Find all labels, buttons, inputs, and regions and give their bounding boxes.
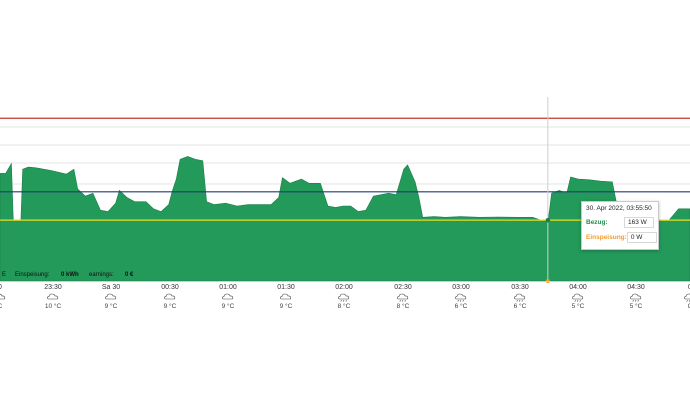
cloud-rain-icon xyxy=(338,293,350,302)
legend-einspeisung-value: 0 kWh xyxy=(61,272,79,278)
x-tick-temperature: 8 °C xyxy=(397,302,410,310)
legend-earnings-value: 0 € xyxy=(125,272,134,278)
x-tick-temperature: 9 °C xyxy=(280,302,293,310)
cloud-icon xyxy=(105,293,117,300)
cloud-rain-icon xyxy=(684,293,690,302)
x-axis: 0 C 23:30 10 °C Sa 30 9 °C 00:30 9 °C 01:00 9 °C 0… xyxy=(0,281,690,310)
x-tick-label: 23:30 xyxy=(44,284,62,291)
x-tick-label: 01:30 xyxy=(277,284,295,291)
cloud-icon xyxy=(47,293,59,300)
x-tick-temperature: 5 °C xyxy=(572,302,585,310)
legend-einspeisung-label: Einspeisung: xyxy=(15,272,50,278)
cloud-rain-icon xyxy=(455,293,467,302)
tooltip-bezug-value: 163 W xyxy=(624,217,654,228)
x-tick-label: 02:30 xyxy=(394,284,412,291)
x-tick-label: 04:30 xyxy=(627,284,645,291)
tooltip-row-einspeisung: Einspeisung: 0 W xyxy=(586,232,657,243)
x-tick-label: 00:30 xyxy=(161,284,179,291)
x-tick-label: Sa 30 xyxy=(102,284,120,291)
x-tick-temperature: 8 °C xyxy=(338,302,351,310)
chart-tooltip: 30. Apr 2022, 03:55:50 Bezug: 163 W Eins… xyxy=(581,201,659,250)
tooltip-einspeisung-value: 0 W xyxy=(626,232,657,243)
tooltip-date: 30. Apr 2022, 03:55:50 xyxy=(586,205,652,212)
x-tick-temperature: 6 °C xyxy=(514,302,527,310)
cloud-rain-icon xyxy=(397,293,409,302)
x-tick-temperature: 6 °C xyxy=(455,302,468,310)
x-tick-temperature: 5 °C xyxy=(630,302,643,310)
cloud-icon xyxy=(164,293,176,300)
tooltip-row-bezug: Bezug: 163 W xyxy=(586,217,654,228)
cursor-point-bezug xyxy=(545,217,551,223)
x-tick-label: 04:00 xyxy=(569,284,587,291)
x-tick-temperature: 9 °C xyxy=(105,302,118,310)
x-tick-label: 03:00 xyxy=(452,284,470,291)
cloud-rain-icon xyxy=(630,293,642,302)
x-tick-label: 0 xyxy=(0,284,2,291)
cloud-icon xyxy=(222,293,234,300)
cloud-rain-icon xyxy=(514,293,526,302)
tooltip-einspeisung-label: Einspeisung: xyxy=(586,234,627,241)
cloud-rain-icon xyxy=(572,293,584,302)
x-tick-temperature: C xyxy=(0,303,3,310)
tooltip-bezug-label: Bezug: xyxy=(586,219,608,226)
x-tick-temperature: 10 °C xyxy=(45,302,62,310)
x-tick-label: 02:00 xyxy=(335,284,353,291)
x-tick-temperature: 9 °C xyxy=(164,302,177,310)
cloud-icon xyxy=(280,293,292,300)
x-tick-temperature: 9 °C xyxy=(222,302,235,310)
cloud-icon xyxy=(0,293,6,300)
x-tick-label: 01:00 xyxy=(219,284,237,291)
legend-earnings-label: earnings: xyxy=(89,272,114,278)
legend-cut-text: E xyxy=(2,272,6,278)
x-tick-label: 03:30 xyxy=(511,284,529,291)
